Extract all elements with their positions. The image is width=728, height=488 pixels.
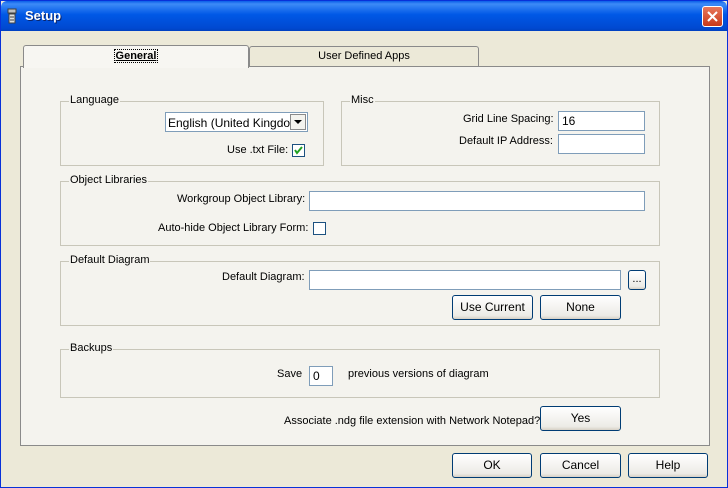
grid-spacing-input[interactable]: 16 bbox=[558, 111, 645, 131]
tab-user-defined-apps[interactable]: User Defined Apps bbox=[249, 46, 479, 66]
backups-group: Backups Save 0 previous versions of diag… bbox=[60, 342, 660, 398]
workgroup-library-label: Workgroup Object Library: bbox=[177, 193, 306, 205]
ok-button[interactable]: OK bbox=[452, 453, 532, 478]
backup-count-input[interactable]: 0 bbox=[309, 366, 333, 386]
cancel-button[interactable]: Cancel bbox=[540, 453, 621, 478]
title-bar[interactable]: Setup bbox=[1, 1, 727, 31]
default-diagram-input[interactable] bbox=[309, 270, 621, 290]
window-title: Setup bbox=[25, 8, 62, 23]
language-group: Language English (United Kingdom) Use .t… bbox=[60, 94, 324, 166]
tab-general-label: General bbox=[113, 49, 159, 63]
default-ip-label: Default IP Address: bbox=[459, 135, 553, 147]
backup-suffix-label: previous versions of diagram bbox=[348, 368, 489, 380]
use-current-button[interactable]: Use Current bbox=[452, 295, 533, 320]
close-icon bbox=[707, 11, 718, 22]
tab-general[interactable]: General bbox=[23, 45, 249, 68]
app-icon bbox=[7, 8, 17, 24]
close-button[interactable] bbox=[702, 6, 723, 27]
autohide-checkbox[interactable] bbox=[313, 222, 326, 235]
language-select[interactable]: English (United Kingdom) bbox=[165, 112, 308, 132]
use-txt-checkbox[interactable] bbox=[292, 144, 305, 157]
tab-user-defined-apps-label: User Defined Apps bbox=[318, 50, 410, 62]
workgroup-library-input[interactable] bbox=[309, 191, 645, 211]
object-libraries-group-label: Object Libraries bbox=[69, 174, 149, 186]
grid-spacing-label: Grid Line Spacing: bbox=[463, 113, 554, 125]
setup-window: Setup General User Defined Apps Language… bbox=[0, 0, 728, 488]
associate-yes-button[interactable]: Yes bbox=[540, 406, 621, 431]
backups-group-label: Backups bbox=[69, 342, 114, 354]
browse-button[interactable]: ... bbox=[628, 270, 646, 290]
language-selected-value: English (United Kingdom) bbox=[168, 116, 305, 130]
check-icon bbox=[294, 146, 303, 155]
object-libraries-group: Object Libraries Workgroup Object Librar… bbox=[60, 174, 660, 246]
default-ip-input[interactable] bbox=[558, 134, 645, 154]
default-diagram-group-label: Default Diagram bbox=[69, 254, 151, 266]
autohide-label: Auto-hide Object Library Form: bbox=[158, 222, 309, 234]
help-button[interactable]: Help bbox=[628, 453, 708, 478]
language-dropdown-button[interactable] bbox=[290, 114, 306, 130]
associate-label: Associate .ndg file extension with Netwo… bbox=[284, 415, 541, 427]
misc-group-label: Misc bbox=[350, 94, 375, 106]
use-txt-label: Use .txt File: bbox=[227, 144, 289, 156]
misc-group: Misc Grid Line Spacing: 16 Default IP Ad… bbox=[341, 94, 660, 166]
chevron-down-icon bbox=[294, 120, 302, 124]
default-diagram-group: Default Diagram Default Diagram: ... Use… bbox=[60, 254, 660, 326]
none-button[interactable]: None bbox=[540, 295, 621, 320]
save-label: Save bbox=[277, 368, 303, 380]
default-diagram-label: Default Diagram: bbox=[222, 271, 305, 283]
general-tab-panel: Language English (United Kingdom) Use .t… bbox=[20, 66, 710, 446]
language-group-label: Language bbox=[69, 94, 120, 106]
